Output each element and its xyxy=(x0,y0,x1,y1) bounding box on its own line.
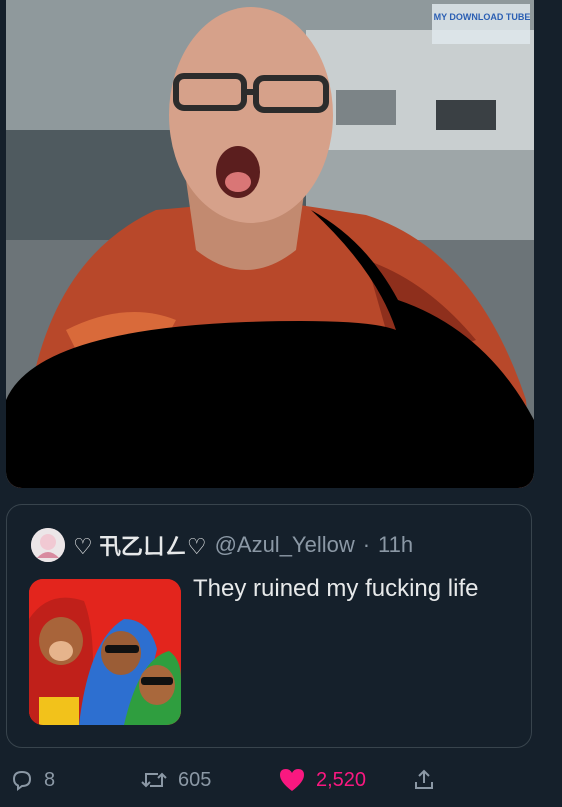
avatar[interactable] xyxy=(31,528,65,562)
retweet-button[interactable]: 605 xyxy=(140,760,211,800)
watermark-text: MY DOWNLOAD TUBE xyxy=(434,12,531,22)
reply-button[interactable]: 8 xyxy=(10,760,55,800)
separator-dot: · xyxy=(362,532,371,557)
display-name[interactable]: ♡ 卂乙ㄩㄥ♡ xyxy=(73,529,207,561)
tweet-action-bar: 8 605 2,520 xyxy=(0,760,562,800)
retweet-count: 605 xyxy=(178,768,212,791)
quoted-tweet-card[interactable]: ♡ 卂乙ㄩㄥ♡ @Azul_Yellow · 11h They ruined m… xyxy=(6,504,532,748)
quoted-tweet-header: ♡ 卂乙ㄩㄥ♡ @Azul_Yellow · 11h xyxy=(31,527,413,563)
share-button[interactable] xyxy=(412,760,436,800)
quoted-tweet-text: They ruined my fucking life xyxy=(193,575,479,602)
retweet-icon xyxy=(140,768,168,792)
reply-count: 8 xyxy=(44,768,56,791)
share-icon xyxy=(412,768,436,792)
handle[interactable]: @Azul_Yellow xyxy=(215,532,355,558)
timestamp[interactable]: 11h xyxy=(378,532,413,558)
heart-icon xyxy=(278,767,306,793)
reply-icon xyxy=(10,768,34,792)
like-count: 2,520 xyxy=(316,768,367,791)
quoted-media-thumbnail[interactable] xyxy=(29,579,181,725)
tweet-media-image[interactable]: MY DOWNLOAD TUBE xyxy=(6,0,534,488)
like-button[interactable]: 2,520 xyxy=(278,760,366,800)
